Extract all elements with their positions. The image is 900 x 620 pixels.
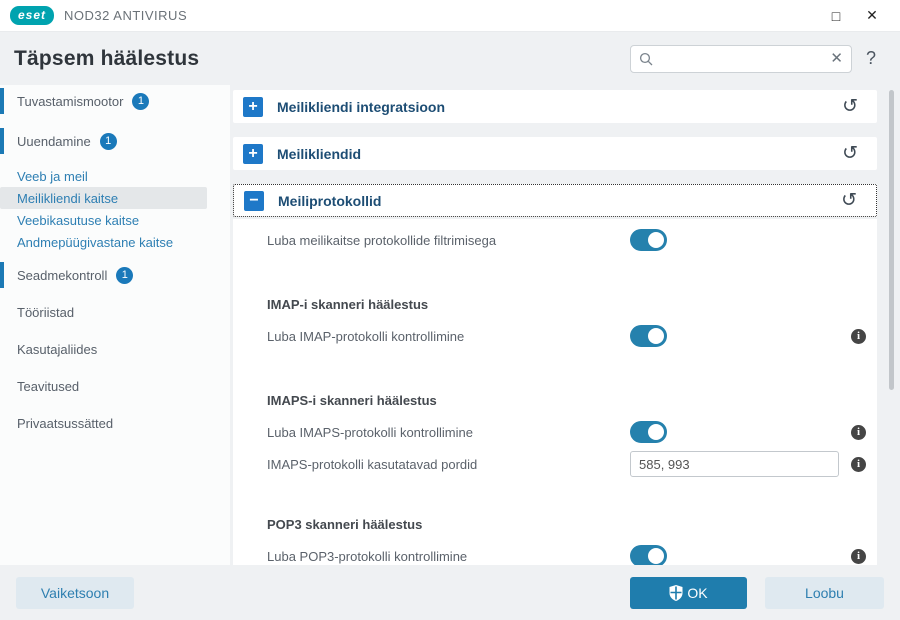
toggle-knob (648, 232, 664, 248)
info-icon[interactable]: i (851, 456, 866, 472)
toggle-on[interactable] (630, 229, 667, 251)
info-icon[interactable]: i (851, 548, 866, 564)
search-box[interactable]: ✕ (629, 44, 852, 73)
section-body-meiliprotokollid: Luba meilikaitse protokollide filtrimise… (233, 219, 877, 565)
sidebar-item-veeb-ja-meil[interactable]: Veeb ja meil (0, 165, 230, 187)
footer: Vaiketsoon OK Loobu (0, 565, 900, 620)
ports-input[interactable] (630, 451, 839, 477)
sidebar-item-teavitused[interactable]: Teavitused (0, 373, 230, 399)
group-heading: IMAPS-i skanneri häälestus (267, 388, 877, 412)
sidebar-item-kasutajaliides[interactable]: Kasutajaliides (0, 336, 230, 362)
count-badge: 1 (132, 92, 150, 110)
cancel-button[interactable]: Loobu (765, 576, 884, 609)
window-controls: □ ✕ (822, 7, 900, 24)
toggle-on[interactable] (630, 325, 667, 347)
info-icon[interactable]: i (851, 424, 866, 440)
setting-label: Luba IMAP-protokolli kontrollimine (267, 328, 465, 344)
ok-button[interactable]: OK (630, 576, 747, 609)
sidebar-item-label: Tööriistad (17, 304, 75, 320)
toggle-on[interactable] (630, 421, 667, 443)
expand-icon[interactable]: + (243, 96, 263, 117)
setting-row: Luba IMAP-protokolli kontrollimine i (267, 324, 877, 348)
sidebar-item-label: Seadmekontroll (17, 267, 108, 283)
sidebar-item-label: Uuendamine (17, 133, 91, 149)
titlebar: eset NOD32 ANTIVIRUS □ ✕ (0, 0, 900, 32)
sidebar-item-label: Teavitused (17, 378, 80, 394)
page-title: Täpsem häälestus (14, 46, 200, 70)
sidebar-item-privaatsussatted[interactable]: Privaatsussätted (0, 410, 230, 436)
sidebar-item-veebikasutuse-kaitse[interactable]: Veebikasutuse kaitse (0, 209, 230, 231)
section-title: Meilikliendi integratsioon (277, 98, 446, 115)
sidebar-item-tuvastamismootor[interactable]: Tuvastamismootor 1 (0, 88, 230, 114)
info-icon[interactable]: i (851, 328, 866, 344)
sidebar-item-label: Veeb ja meil (17, 168, 88, 184)
app-window: eset NOD32 ANTIVIRUS □ ✕ Täpsem häälestu… (0, 0, 900, 620)
toggle-knob (648, 424, 664, 440)
search-icon (639, 52, 653, 65)
app-title: NOD32 ANTIVIRUS (64, 8, 188, 23)
revert-icon[interactable]: ↺ (841, 191, 857, 210)
revert-icon[interactable]: ↺ (842, 144, 858, 163)
help-icon[interactable]: ? (866, 48, 876, 69)
setting-row: Luba POP3-protokolli kontrollimine i (267, 544, 877, 565)
sidebar-item-tooriistad[interactable]: Tööriistad (0, 299, 230, 325)
sidebar-item-label: Andmepüügivastane kaitse (17, 234, 174, 250)
group-heading: IMAP-i skanneri häälestus (267, 292, 877, 316)
expand-icon[interactable]: + (243, 143, 263, 164)
maximize-icon[interactable]: □ (822, 8, 850, 24)
group-heading-label: IMAPS-i skanneri häälestus (267, 392, 437, 408)
sidebar-item-seadmekontroll[interactable]: Seadmekontroll 1 (0, 262, 230, 288)
sidebar-item-label: Tuvastamismootor (17, 93, 124, 109)
close-icon[interactable]: ✕ (858, 7, 886, 24)
setting-label: Luba meilikaitse protokollide filtrimise… (267, 232, 497, 248)
group-heading: POP3 skanneri häälestus (267, 512, 877, 536)
setting-label: Luba IMAPS-protokolli kontrollimine (267, 424, 473, 440)
group-heading-label: POP3 skanneri häälestus (267, 516, 423, 532)
shield-icon (669, 584, 683, 601)
section-title: Meilikliendid (277, 145, 362, 162)
collapse-icon[interactable]: − (244, 190, 264, 211)
section-meilikliendid[interactable]: + Meilikliendid ↺ (233, 137, 877, 170)
toggle-knob (648, 548, 664, 564)
toggle-knob (648, 328, 664, 344)
setting-row: Luba meilikaitse protokollide filtrimise… (267, 228, 877, 252)
setting-label: IMAPS-protokolli kasutatavad pordid (267, 456, 478, 472)
sidebar-item-andmepuugivastane-kaitse[interactable]: Andmepüügivastane kaitse (0, 231, 230, 253)
setting-row: Luba IMAPS-protokolli kontrollimine i (267, 420, 877, 444)
count-badge: 1 (99, 132, 117, 150)
section-meiliprotokollid[interactable]: − Meiliprotokollid ↺ (233, 184, 877, 217)
section-meilikliendi-integratsioon[interactable]: + Meilikliendi integratsioon ↺ (233, 90, 877, 123)
sidebar-item-label: Privaatsussätted (17, 415, 114, 431)
ok-button-label: OK (687, 584, 708, 601)
sidebar-item-label: Veebikasutuse kaitse (17, 212, 140, 228)
body: Tuvastamismootor 1 Uuendamine 1 Veeb ja … (0, 85, 900, 565)
header: Täpsem häälestus ✕ ? (0, 32, 900, 85)
sidebar-item-uuendamine[interactable]: Uuendamine 1 (0, 128, 230, 154)
search-clear-icon[interactable]: ✕ (830, 51, 843, 66)
sidebar-item-label: Kasutajaliides (17, 341, 98, 357)
setting-label: Luba POP3-protokolli kontrollimine (267, 548, 468, 564)
revert-icon[interactable]: ↺ (842, 97, 858, 116)
sidebar: Tuvastamismootor 1 Uuendamine 1 Veeb ja … (0, 85, 230, 565)
scrollbar-thumb[interactable] (889, 90, 894, 390)
count-badge: 1 (116, 266, 134, 284)
search-input[interactable] (658, 51, 825, 66)
sidebar-item-meilikliendi-kaitse[interactable]: Meilikliendi kaitse (0, 187, 207, 209)
section-title: Meiliprotokollid (278, 192, 382, 209)
main-content: + Meilikliendi integratsioon ↺ + Meilikl… (230, 85, 900, 565)
group-heading-label: IMAP-i skanneri häälestus (267, 296, 429, 312)
eset-logo: eset (10, 6, 55, 25)
defaults-button[interactable]: Vaiketsoon (16, 576, 134, 609)
toggle-on[interactable] (630, 545, 667, 565)
setting-row: IMAPS-protokolli kasutatavad pordid i (267, 450, 877, 478)
sidebar-item-label: Meilikliendi kaitse (17, 190, 119, 206)
